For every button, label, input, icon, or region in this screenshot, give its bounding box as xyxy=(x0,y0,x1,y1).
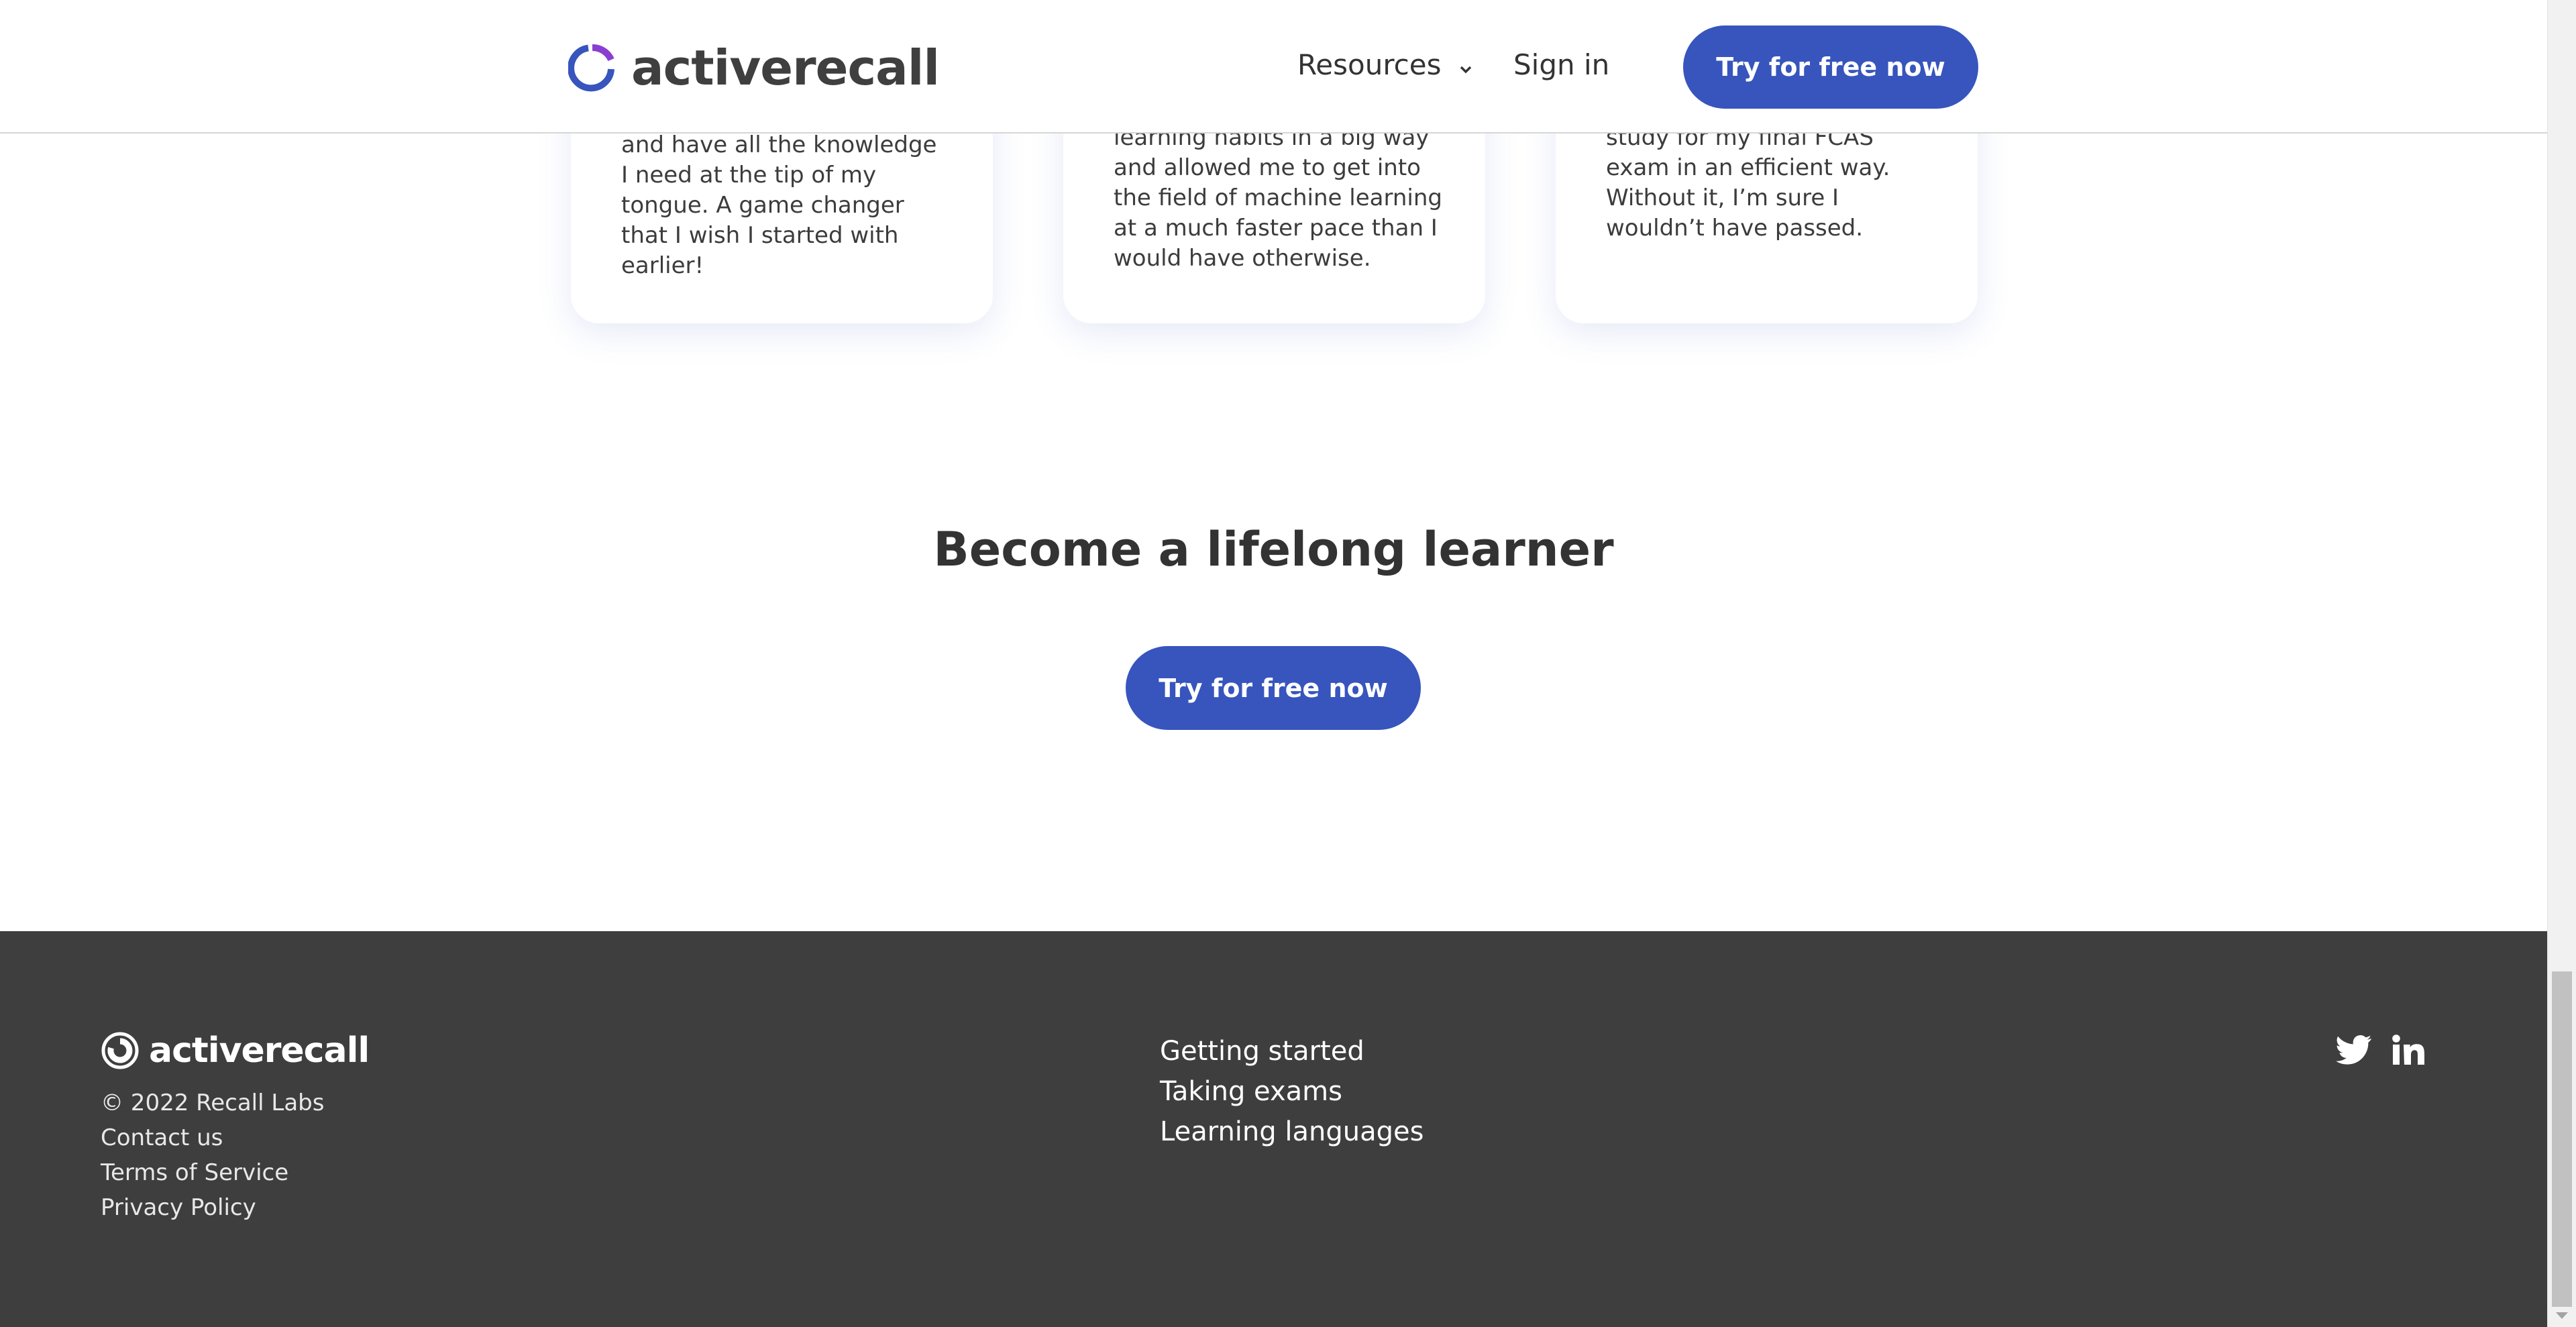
testimonial-quote: and have all the knowledge I need at the… xyxy=(621,131,937,279)
logo-ring-icon xyxy=(568,44,614,92)
twitter-icon[interactable] xyxy=(2336,1034,2372,1069)
testimonial-quote: study for my final FCAS exam in an effic… xyxy=(1606,124,1890,242)
sign-in-link[interactable]: Sign in xyxy=(1513,48,1609,81)
copyright-text: © 2022 Recall Labs xyxy=(101,1090,325,1116)
chevron-down-icon xyxy=(1459,48,1472,81)
vertical-scrollbar[interactable] xyxy=(2547,0,2576,1327)
brand-name: activerecall xyxy=(631,40,940,96)
scroll-down-arrow-icon[interactable] xyxy=(2556,1312,2568,1319)
footer-link-taking-exams[interactable]: Taking exams xyxy=(1160,1076,1342,1107)
footer-link-getting-started[interactable]: Getting started xyxy=(1160,1036,1364,1067)
linkedin-icon[interactable] xyxy=(2392,1034,2424,1069)
brand-logo[interactable]: activerecall xyxy=(568,39,940,97)
footer-logo-icon xyxy=(101,1032,139,1069)
footer-link-learning-languages[interactable]: Learning languages xyxy=(1160,1116,1424,1147)
privacy-link[interactable]: Privacy Policy xyxy=(101,1194,256,1221)
cta-try-free-button[interactable]: Try for free now xyxy=(1126,646,1421,730)
terms-link[interactable]: Terms of Service xyxy=(101,1159,288,1186)
footer-brand-logo[interactable]: activerecall xyxy=(101,1030,370,1071)
try-free-button[interactable]: Try for free now xyxy=(1683,25,1978,109)
footer-brand-name: activerecall xyxy=(149,1030,370,1071)
nav-resources-label: Resources xyxy=(1297,48,1442,81)
testimonial-quote: learning habits in a big way and allowed… xyxy=(1114,124,1442,272)
nav-resources-dropdown[interactable]: Resources xyxy=(1297,48,1472,81)
cta-heading: Become a lifelong learner xyxy=(933,522,1614,577)
contact-link[interactable]: Contact us xyxy=(101,1124,223,1151)
scrollbar-thumb[interactable] xyxy=(2552,971,2572,1307)
site-header: activerecall Resources Sign in Try for f… xyxy=(0,0,2547,134)
site-footer: activerecall © 2022 Recall Labs Contact … xyxy=(0,931,2547,1327)
page: and have all the knowledge I need at the… xyxy=(0,0,2547,1327)
